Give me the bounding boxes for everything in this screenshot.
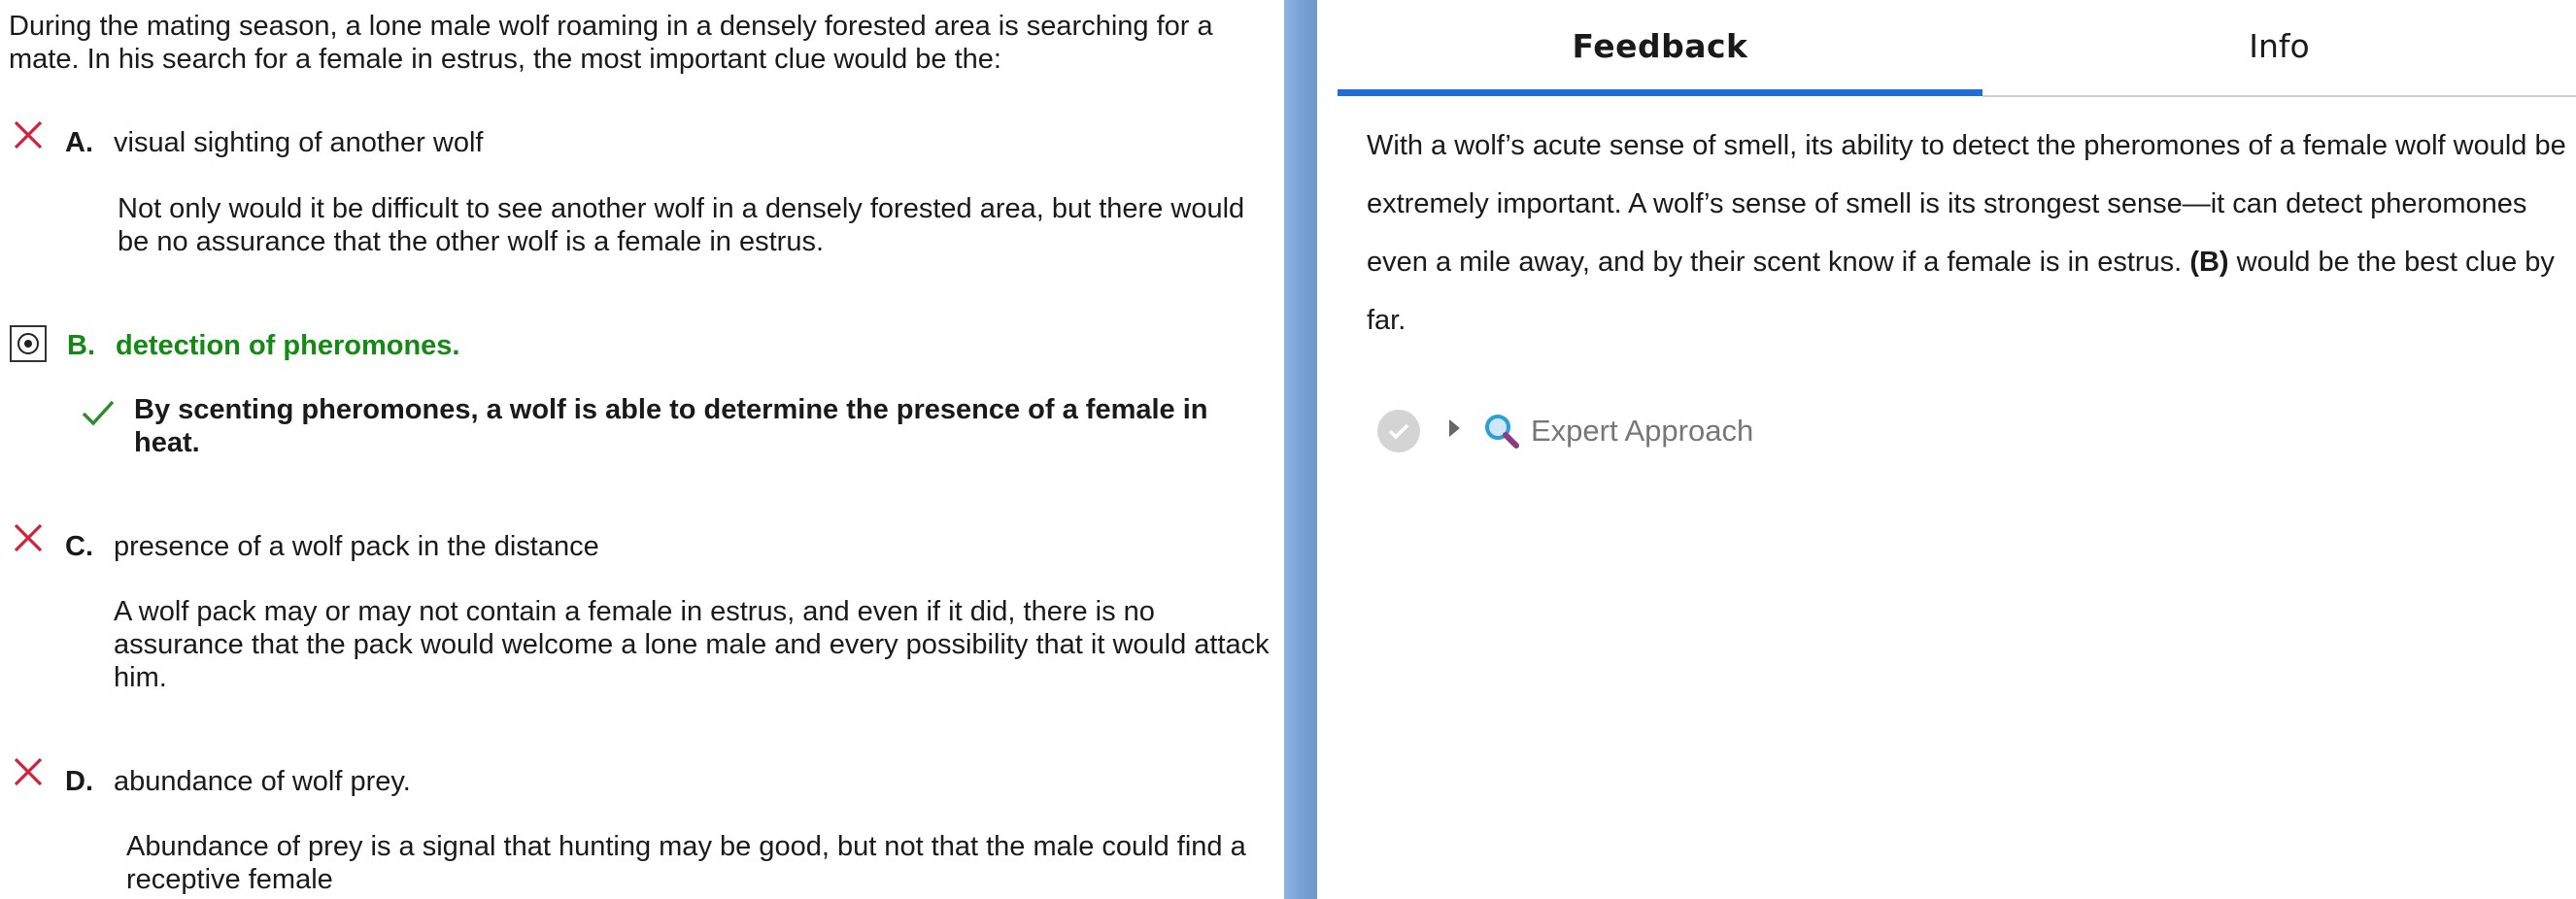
tab-separator <box>1983 95 2576 97</box>
choice-b-text[interactable]: detection of pheromones. <box>116 329 459 362</box>
expert-approach-label[interactable]: Expert Approach <box>1531 412 1753 450</box>
choice-d-explanation: Abundance of prey is a signal that hunti… <box>126 831 1246 895</box>
expert-approach-toggle[interactable]: Expert Approach <box>1377 402 1960 460</box>
question-stem: During the mating season, a lone male wo… <box>9 11 1213 75</box>
radio-dot <box>24 340 32 348</box>
choice-a-explanation: Not only would it be difficult to see an… <box>118 193 1245 257</box>
feedback-text: With a wolf’s acute sense of smell, its … <box>1367 117 2567 350</box>
check-mark <box>1388 423 1409 440</box>
feedback-answer-ref: (B) <box>2189 247 2229 278</box>
choice-c-letter: C. <box>65 531 93 562</box>
pane-divider[interactable] <box>1284 0 1317 899</box>
choice-d-letter: D. <box>65 766 93 797</box>
tab-feedback[interactable]: Feedback <box>1338 0 1983 97</box>
active-tab-indicator <box>1338 89 1983 96</box>
choice-b-explanation: By scenting pheromones, a wolf is able t… <box>134 394 1208 458</box>
magnifier-icon <box>1485 415 1519 449</box>
incorrect-x-icon <box>14 757 43 786</box>
question-pane: During the mating season, a lone male wo… <box>0 0 1284 899</box>
tab-info[interactable]: Info <box>1983 0 2576 97</box>
correct-check-icon <box>82 400 115 426</box>
tab-bar: Feedback Info <box>1338 0 2576 97</box>
choice-b-letter: B. <box>67 330 95 361</box>
choice-d-text[interactable]: abundance of wolf prey. <box>114 765 411 798</box>
choice-a-letter: A. <box>65 127 93 158</box>
choice-c-explanation: A wolf pack may or may not contain a fem… <box>114 596 1270 693</box>
radio-ring <box>17 333 39 354</box>
selected-radio-button[interactable] <box>10 325 47 362</box>
choice-c-text[interactable]: presence of a wolf pack in the distance <box>114 530 599 563</box>
caret-right-icon[interactable] <box>1449 419 1460 437</box>
incorrect-x-icon <box>14 523 43 552</box>
feedback-pane: Feedback Info With a wolf’s acute sense … <box>1317 0 2576 899</box>
check-circle-icon <box>1377 410 1420 452</box>
incorrect-x-icon <box>14 120 43 150</box>
choice-a-text[interactable]: visual sighting of another wolf <box>114 126 483 159</box>
